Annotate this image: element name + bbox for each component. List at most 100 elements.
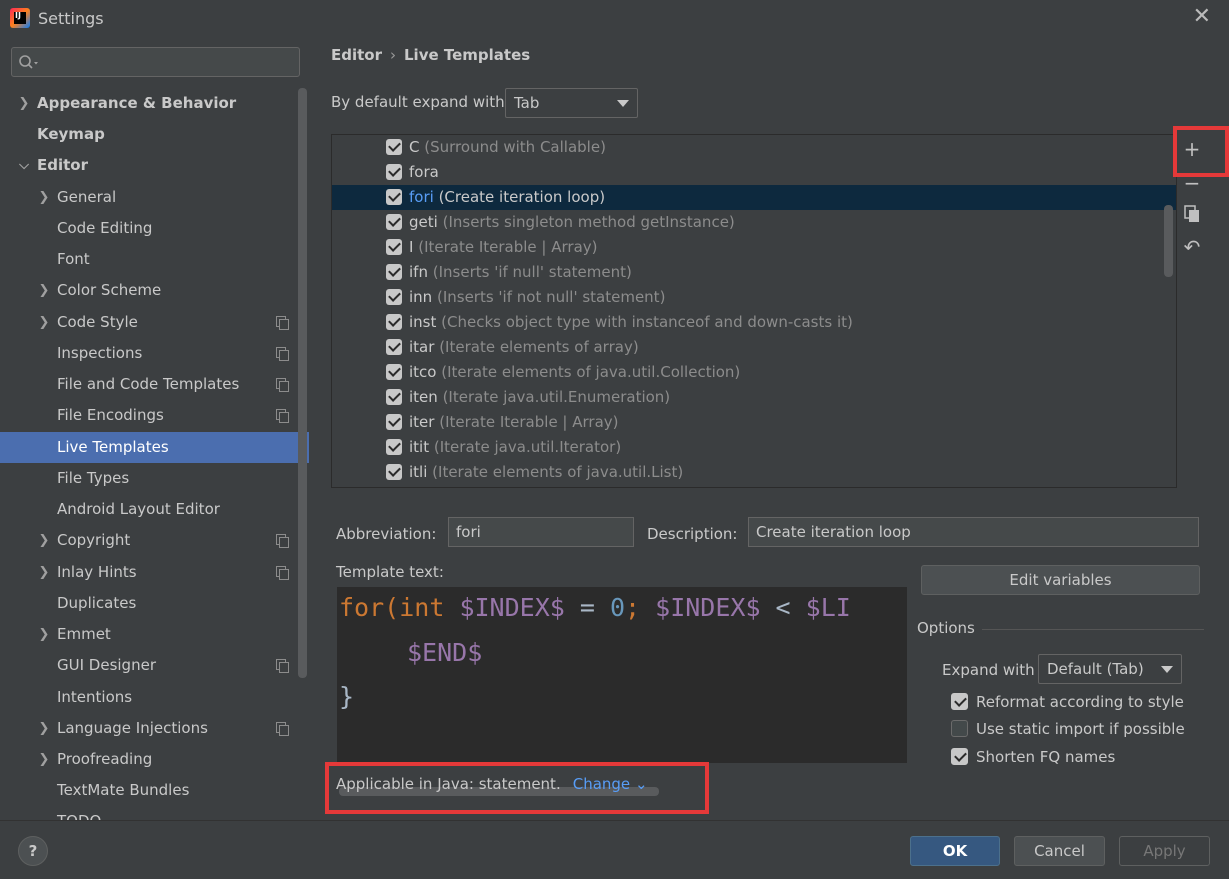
- template-checkbox[interactable]: [386, 189, 402, 205]
- template-abbreviation: iter: [409, 413, 435, 431]
- sidebar-item-file-types[interactable]: File Types: [0, 463, 309, 494]
- template-abbreviation: itco: [409, 363, 437, 381]
- template-label: C (Surround with Callable): [409, 135, 606, 160]
- remove-template-button[interactable]: −: [1180, 171, 1204, 195]
- checkbox-checked[interactable]: [951, 748, 968, 765]
- sidebar-item-gui-designer[interactable]: GUI Designer: [0, 650, 309, 681]
- template-checkbox[interactable]: [386, 389, 402, 405]
- template-row[interactable]: itar (Iterate elements of array): [332, 335, 1176, 360]
- sidebar-item-file-code-templates[interactable]: File and Code Templates: [0, 369, 309, 400]
- expand-with-select[interactable]: Default (Tab): [1038, 654, 1182, 684]
- template-row[interactable]: geti (Inserts singleton method getInstan…: [332, 210, 1176, 235]
- template-checkbox[interactable]: [386, 339, 402, 355]
- sidebar-item-android-layout-editor[interactable]: Android Layout Editor: [0, 494, 309, 525]
- project-settings-icon: [276, 659, 289, 673]
- templates-list[interactable]: C (Surround with Callable) fora fori (Cr…: [331, 134, 1177, 488]
- template-checkbox[interactable]: [386, 164, 402, 180]
- sidebar-item-general[interactable]: ❯ General: [0, 182, 309, 213]
- default-expand-label: By default expand with: [331, 93, 505, 111]
- template-row[interactable]: fora: [332, 160, 1176, 185]
- sidebar-item-emmet[interactable]: ❯ Emmet: [0, 619, 309, 650]
- abbreviation-label: Abbreviation:: [336, 525, 437, 543]
- template-checkbox[interactable]: [386, 214, 402, 230]
- code-token: 0: [609, 593, 626, 622]
- template-text-editor[interactable]: for(int $INDEX$ = 0; $INDEX$ < $LI $END$…: [337, 587, 907, 763]
- breadcrumb-parent[interactable]: Editor: [331, 46, 382, 64]
- template-row-selected[interactable]: fori (Create iteration loop): [332, 185, 1176, 210]
- sidebar-item-inspections[interactable]: Inspections: [0, 338, 309, 369]
- template-abbreviation: ifn: [409, 263, 428, 281]
- sidebar-item-file-encodings[interactable]: File Encodings: [0, 400, 309, 431]
- abbreviation-field[interactable]: fori: [448, 517, 634, 547]
- description-field[interactable]: Create iteration loop: [748, 517, 1199, 547]
- close-icon[interactable]: ✕: [1193, 4, 1211, 29]
- sidebar-item-inlay-hints[interactable]: ❯ Inlay Hints: [0, 557, 309, 588]
- sidebar-item-todo[interactable]: TODO: [0, 806, 309, 820]
- restore-defaults-button[interactable]: ↶: [1180, 235, 1204, 259]
- sidebar-item-duplicates[interactable]: Duplicates: [0, 588, 309, 619]
- template-description: (Inserts singleton method getInstance): [442, 213, 735, 231]
- template-checkbox[interactable]: [386, 289, 402, 305]
- template-row[interactable]: inn (Inserts 'if not null' statement): [332, 285, 1176, 310]
- template-checkbox[interactable]: [386, 314, 402, 330]
- template-description: (Inserts 'if null' statement): [432, 263, 632, 281]
- template-label: itli (Iterate elements of java.util.List…: [409, 460, 683, 485]
- template-checkbox[interactable]: [386, 414, 402, 430]
- project-settings-icon: [276, 378, 289, 392]
- template-checkbox[interactable]: [386, 264, 402, 280]
- template-checkbox[interactable]: [386, 139, 402, 155]
- window-title: Settings: [38, 9, 104, 28]
- sidebar-item-code-editing[interactable]: Code Editing: [0, 213, 309, 244]
- static-import-label: Use static import if possible: [976, 720, 1185, 738]
- template-row[interactable]: itco (Iterate elements of java.util.Coll…: [332, 360, 1176, 385]
- sidebar-item-editor[interactable]: ⌵ Editor: [0, 150, 309, 181]
- highlight-add-button: [1173, 126, 1229, 177]
- sidebar-item-color-scheme[interactable]: ❯ Color Scheme: [0, 275, 309, 306]
- template-row[interactable]: iter (Iterate Iterable | Array): [332, 410, 1176, 435]
- template-label: fori (Create iteration loop): [409, 185, 605, 210]
- copy-template-button[interactable]: [1180, 204, 1204, 228]
- template-checkbox[interactable]: [386, 239, 402, 255]
- template-row[interactable]: itit (Iterate java.util.Iterator): [332, 435, 1176, 460]
- template-checkbox[interactable]: [386, 439, 402, 455]
- sidebar-item-copyright[interactable]: ❯ Copyright: [0, 525, 309, 556]
- help-button[interactable]: ?: [18, 836, 48, 866]
- sidebar-item-code-style[interactable]: ❯ Code Style: [0, 307, 309, 338]
- ok-button[interactable]: OK: [910, 836, 1000, 866]
- template-row[interactable]: iten (Iterate java.util.Enumeration): [332, 385, 1176, 410]
- code-token: $INDEX$: [459, 593, 565, 622]
- sidebar-scrollbar[interactable]: [298, 88, 307, 678]
- search-icon: [19, 55, 38, 69]
- sidebar-item-font[interactable]: Font: [0, 244, 309, 275]
- sidebar-item-proofreading[interactable]: ❯ Proofreading: [0, 744, 309, 775]
- code-token: int: [399, 593, 445, 622]
- template-row[interactable]: ifn (Inserts 'if null' statement): [332, 260, 1176, 285]
- template-row[interactable]: C (Surround with Callable): [332, 135, 1176, 160]
- edit-variables-button[interactable]: Edit variables: [921, 565, 1200, 595]
- template-abbreviation: fori: [409, 188, 434, 206]
- project-settings-icon: [276, 534, 289, 548]
- default-expand-select[interactable]: Tab: [505, 88, 638, 118]
- sidebar-item-language-injections[interactable]: ❯ Language Injections: [0, 713, 309, 744]
- checkbox-unchecked[interactable]: [951, 720, 968, 737]
- sidebar-item-live-templates[interactable]: Live Templates: [0, 432, 309, 463]
- shorten-fq-label: Shorten FQ names: [976, 748, 1116, 766]
- apply-button[interactable]: Apply: [1119, 836, 1210, 866]
- template-row[interactable]: itli (Iterate elements of java.util.List…: [332, 460, 1176, 485]
- code-token: ;: [625, 593, 641, 622]
- sidebar-item-appearance-behavior[interactable]: ❯ Appearance & Behavior: [0, 88, 309, 119]
- code-line-1: for(int $INDEX$ = 0; $INDEX$ < $LI: [339, 593, 851, 622]
- template-row[interactable]: I (Iterate Iterable | Array): [332, 235, 1176, 260]
- template-checkbox[interactable]: [386, 464, 402, 480]
- cancel-button[interactable]: Cancel: [1014, 836, 1105, 866]
- templates-scrollbar[interactable]: [1164, 205, 1173, 277]
- chevron-right-icon: ❯: [38, 627, 50, 642]
- sidebar-item-keymap[interactable]: Keymap: [0, 119, 309, 150]
- sidebar-item-intentions[interactable]: Intentions: [0, 682, 309, 713]
- chevron-right-icon: ❯: [38, 752, 50, 767]
- settings-search-input[interactable]: [11, 47, 300, 77]
- sidebar-item-textmate-bundles[interactable]: TextMate Bundles: [0, 775, 309, 806]
- template-row[interactable]: inst (Checks object type with instanceof…: [332, 310, 1176, 335]
- template-checkbox[interactable]: [386, 364, 402, 380]
- checkbox-checked[interactable]: [951, 693, 968, 710]
